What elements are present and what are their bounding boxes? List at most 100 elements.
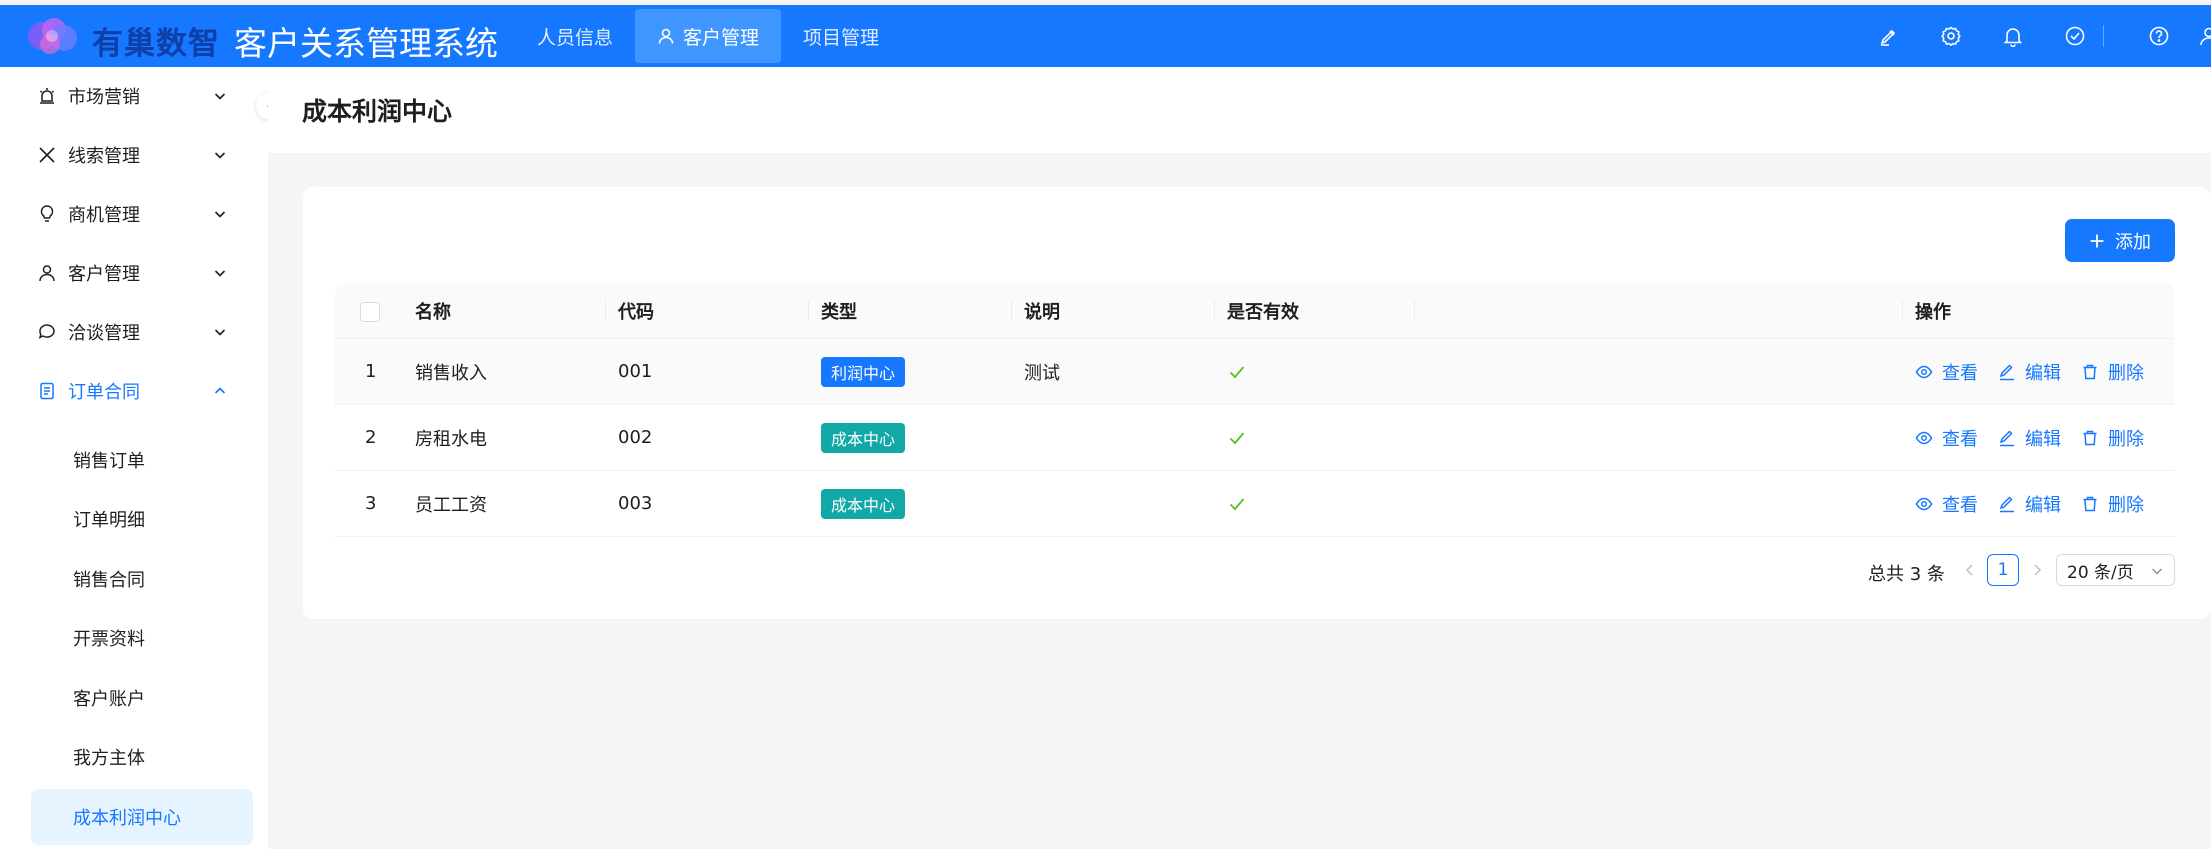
delete-button[interactable]: 删除 bbox=[2081, 491, 2144, 517]
app-title: 客户关系管理系统 bbox=[234, 24, 498, 63]
column-header-description: 说明 bbox=[1024, 302, 1060, 323]
edit-button[interactable]: 编辑 bbox=[1998, 359, 2061, 385]
eye-icon bbox=[1915, 365, 1933, 378]
help-icon[interactable] bbox=[2146, 23, 2172, 49]
sidebar-subitem-customer-accounts[interactable]: 客户账户 bbox=[31, 670, 253, 726]
toolbar-divider bbox=[2103, 25, 2104, 47]
check-icon bbox=[1227, 362, 1247, 382]
sidebar-item-negotiations[interactable]: 洽谈管理 bbox=[0, 303, 268, 361]
eye-icon bbox=[1915, 431, 1933, 444]
column-divider bbox=[1011, 300, 1012, 322]
sidebar-item-opportunities[interactable]: 商机管理 bbox=[0, 185, 268, 243]
sidebar-subitem-label: 开票资料 bbox=[73, 629, 145, 650]
chevron-up-icon bbox=[212, 383, 228, 399]
add-button-label: 添加 bbox=[2115, 231, 2151, 253]
sidebar-item-label: 商机管理 bbox=[68, 205, 140, 226]
column-header-valid: 是否有效 bbox=[1227, 302, 1299, 323]
type-tag-cost-center: 成本中心 bbox=[821, 488, 906, 519]
cell-type: 利润中心 bbox=[821, 339, 906, 404]
page-size-value: 20 条/页 bbox=[2067, 562, 2134, 583]
plus-icon bbox=[2089, 231, 2105, 251]
sidebar-subitem-sales-contracts[interactable]: 销售合同 bbox=[31, 551, 253, 607]
page-size-select[interactable]: 20 条/页 bbox=[2056, 554, 2175, 586]
table-header: 名称 代码 类型 说明 是否有效 操作 bbox=[335, 284, 2175, 339]
view-button[interactable]: 查看 bbox=[1915, 425, 1978, 451]
sidebar-item-orders-contracts[interactable]: 订单合同 bbox=[0, 362, 268, 420]
sidebar-item-marketing[interactable]: 市场营销 bbox=[0, 67, 268, 125]
column-header-actions: 操作 bbox=[1915, 302, 1951, 323]
column-divider bbox=[1214, 300, 1215, 322]
view-button[interactable]: 查看 bbox=[1915, 359, 1978, 385]
bell-icon[interactable] bbox=[2000, 23, 2026, 49]
document-icon bbox=[37, 381, 57, 401]
edit-icon bbox=[1999, 363, 2014, 380]
eye-icon bbox=[1915, 497, 1933, 510]
sidebar-subitem-label: 成本利润中心 bbox=[73, 808, 181, 829]
top-nav-project-management[interactable]: 项目管理 bbox=[781, 9, 901, 63]
sidebar-item-label: 订单合同 bbox=[68, 382, 140, 403]
edit-button[interactable]: 编辑 bbox=[1998, 491, 2061, 517]
pagination: 总共 3 条 1 20 条/页 bbox=[303, 554, 2211, 588]
sidebar-item-leads[interactable]: 线索管理 bbox=[0, 126, 268, 184]
account-icon[interactable] bbox=[2196, 23, 2211, 49]
row-index: 3 bbox=[365, 493, 377, 514]
table-row: 2 房租水电 002 成本中心 查看 编辑 删除 bbox=[335, 405, 2175, 471]
brand-name: 有巢数智 bbox=[92, 26, 220, 62]
sidebar-item-label: 市场营销 bbox=[68, 87, 140, 108]
pen-icon[interactable] bbox=[1876, 23, 1902, 49]
top-nav-customer-management[interactable]: 客户管理 bbox=[635, 9, 782, 63]
delete-button[interactable]: 删除 bbox=[2081, 359, 2144, 385]
cell-code: 002 bbox=[618, 427, 653, 448]
sidebar-subitem-label: 销售合同 bbox=[73, 570, 145, 591]
pagination-total: 总共 3 条 bbox=[1868, 564, 1945, 585]
check-icon bbox=[1227, 428, 1247, 448]
sidebar-subitem-sales-orders[interactable]: 销售订单 bbox=[31, 432, 253, 488]
chevron-down-icon bbox=[212, 88, 228, 104]
settings-icon[interactable] bbox=[1938, 23, 1964, 49]
edit-icon bbox=[1999, 495, 2014, 512]
sidebar-subitem-label: 订单明细 bbox=[73, 510, 145, 531]
cell-description: 测试 bbox=[1024, 362, 1060, 384]
trash-icon bbox=[2083, 430, 2097, 445]
sidebar-subitem-order-details[interactable]: 订单明细 bbox=[31, 491, 253, 547]
sidebar-subitem-our-entities[interactable]: 我方主体 bbox=[31, 729, 253, 785]
column-divider bbox=[1414, 300, 1415, 322]
check-circle-icon[interactable] bbox=[2062, 23, 2088, 49]
edit-button[interactable]: 编辑 bbox=[1998, 425, 2061, 451]
chat-icon bbox=[37, 322, 57, 342]
x-icon bbox=[37, 145, 57, 165]
cell-type: 成本中心 bbox=[821, 405, 906, 470]
page-1-button[interactable]: 1 bbox=[1987, 554, 2019, 586]
chevron-down-icon bbox=[212, 324, 228, 340]
brand-logo bbox=[28, 18, 77, 54]
select-all-checkbox[interactable] bbox=[360, 302, 380, 322]
type-tag-profit-center: 利润中心 bbox=[821, 356, 906, 387]
row-index: 1 bbox=[365, 361, 377, 382]
sidebar-subitem-cost-profit-center[interactable]: 成本利润中心 bbox=[31, 789, 253, 845]
column-divider bbox=[1902, 300, 1903, 322]
prev-page-button[interactable] bbox=[1963, 562, 1977, 582]
check-icon bbox=[1227, 494, 1247, 514]
delete-button[interactable]: 删除 bbox=[2081, 425, 2144, 451]
view-button[interactable]: 查看 bbox=[1915, 491, 1978, 517]
cell-valid bbox=[1227, 471, 1247, 536]
sidebar-item-customers[interactable]: 客户管理 bbox=[0, 244, 268, 302]
sidebar-item-label: 洽谈管理 bbox=[68, 323, 140, 344]
chevron-right-icon bbox=[2034, 564, 2042, 576]
chevron-left-icon bbox=[1965, 564, 1973, 576]
add-button[interactable]: 添加 bbox=[2065, 219, 2175, 262]
page-title: 成本利润中心 bbox=[302, 97, 453, 126]
chevron-down-icon bbox=[212, 147, 228, 163]
sidebar-item-label: 客户管理 bbox=[68, 264, 140, 285]
chevron-down-icon bbox=[2152, 568, 2162, 575]
top-nav-label: 客户管理 bbox=[683, 26, 760, 49]
cell-code: 001 bbox=[618, 361, 653, 382]
top-navigation-bar: 有巢数智 客户关系管理系统 人员信息 客户管理 项目管理 bbox=[0, 5, 2211, 67]
top-nav-personnel[interactable]: 人员信息 bbox=[515, 9, 635, 63]
row-actions: 查看 编辑 删除 bbox=[1915, 471, 2164, 536]
edit-icon bbox=[1999, 429, 2014, 446]
row-index: 2 bbox=[365, 427, 377, 448]
cell-name: 员工工资 bbox=[415, 494, 487, 516]
next-page-button[interactable] bbox=[2030, 562, 2044, 582]
sidebar-subitem-invoice-info[interactable]: 开票资料 bbox=[31, 610, 253, 666]
